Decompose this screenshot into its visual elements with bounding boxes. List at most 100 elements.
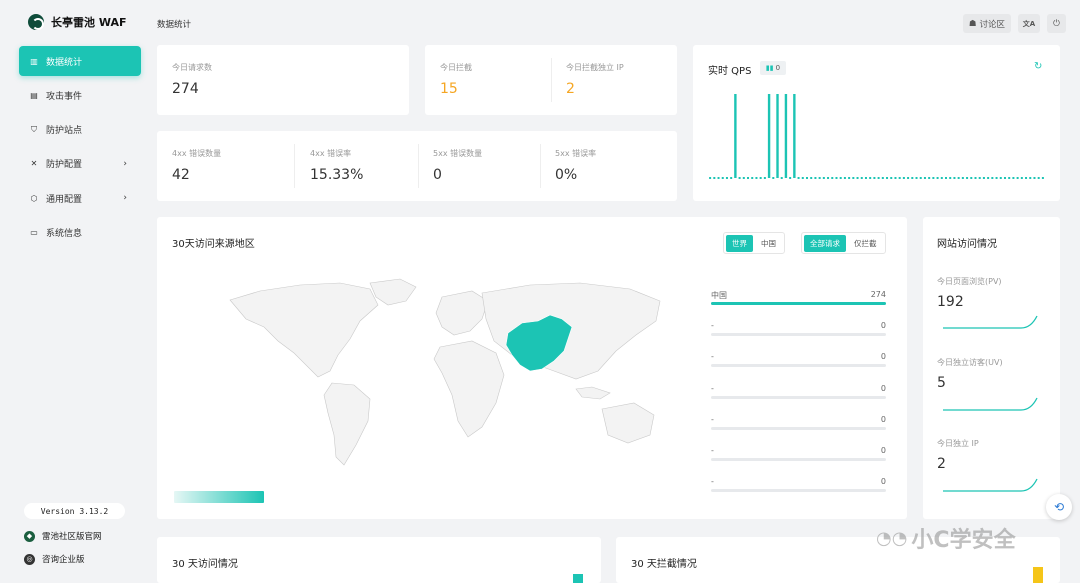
watermark: ◔◔ 小C学安全 [876,522,1016,554]
qps-zero-point [961,177,964,179]
blocked-ip-label: 今日拦截独立 IP [566,63,624,72]
qps-zero-point [1020,177,1023,179]
sidebar-item-events[interactable]: ▤ 攻击事件 [19,80,141,110]
logo-icon [28,14,44,30]
chart-icon: ▥ [30,56,38,66]
qps-zero-point [966,177,969,179]
qps-zero-point [923,177,926,179]
sidebar-item-label: 数据统计 [46,57,83,68]
sidebar-item-general-config[interactable]: ⬡ 通用配置 › [19,183,141,213]
qps-zero-point [1033,177,1036,179]
qps-zero-point [974,177,977,179]
qps-zero-point [797,177,800,179]
pv-value: 192 [937,294,964,310]
qps-title: 实时 QPS [708,66,752,77]
qps-zero-point [1012,177,1015,179]
pv-sparkline [943,315,1038,329]
wechat-icon: ◔◔ [876,527,908,549]
enterprise-link[interactable]: ◎ 咨询企业版 [24,553,85,565]
region-name: - [711,383,714,393]
sidebar-item-label: 通用配置 [46,194,83,205]
pv-label: 今日页面浏览(PV) [937,277,1002,286]
toggle-china[interactable]: 中国 [755,235,782,252]
region-count: 0 [880,414,886,424]
map-north-america [229,282,379,378]
region-count: 0 [880,321,886,331]
qps-zero-point [738,177,741,179]
qps-zero-point [810,177,813,179]
region-name: - [711,321,714,331]
visits-card [923,217,1060,519]
chevron-right-icon: › [123,193,127,204]
region-title: 30天访问来源地区 [172,239,255,250]
divider [418,144,419,188]
language-button[interactable]: 文A [1018,14,1040,33]
qps-zero-point [843,177,846,179]
qps-zero-point [709,177,712,179]
e5xx-count-value: 0 [433,167,442,183]
app-name: 长亭雷池 WAF [51,16,127,29]
qps-zero-point [730,177,733,179]
e4xx-count-value: 42 [172,167,190,183]
qps-zero-point [995,177,998,179]
visits-30-title: 30 天访问情况 [172,559,238,570]
qps-zero-point [978,177,981,179]
region-count: 0 [880,446,886,455]
sidebar-item-system-info[interactable]: ▭ 系统信息 [19,217,141,247]
divider [551,58,552,102]
map-scope-toggle: 世界 中国 [723,232,785,254]
requests-card: 今日请求数 274 [157,45,409,115]
qps-zero-point [827,177,830,179]
qps-zero-point [898,177,901,179]
qps-zero-point [953,177,956,179]
qps-zero-point [751,177,754,179]
qps-zero-point [957,177,960,179]
toggle-all-requests[interactable]: 全部请求 [804,234,846,252]
qps-badge: ▮▮ 0 [760,61,786,75]
refresh-icon[interactable]: ↻ [1034,61,1042,72]
blocked-30-title: 30 天拦截情况 [631,559,697,570]
sidebar-item-dashboard[interactable]: ▥ 数据统计 [19,46,141,76]
toggle-blocked-only[interactable]: 仅拦截 [848,235,883,252]
region-bar-track [711,489,886,493]
qps-zero-point [759,177,762,179]
watermark-text: 小C学安全 [911,528,1016,553]
qps-bar [767,94,771,178]
toggle-world[interactable]: 世界 [726,234,753,252]
qps-zero-point [780,177,783,179]
qps-zero-point [982,177,985,179]
qps-zero-point [801,177,804,179]
qps-zero-point [835,177,838,179]
tools-icon: ✕ [30,159,38,169]
logo[interactable]: 长亭雷池 WAF [28,14,127,30]
sidebar-item-protection-config[interactable]: ✕ 防护配置 › [19,149,141,179]
qps-zero-point [772,177,775,179]
forum-label: 讨论区 [979,19,1005,30]
region-name: - [711,352,714,362]
community-link[interactable]: ◆ 雷池社区版官网 [24,530,102,542]
qps-zero-point [747,177,750,179]
shield-icon: ⛉ [31,124,37,134]
qps-zero-point [1037,177,1040,179]
qps-zero-point [890,177,893,179]
qps-zero-point [717,177,720,179]
region-bar-track [711,333,886,337]
qps-zero-point [873,177,876,179]
qps-zero-point [999,177,1002,179]
page-title: 数据统计 [157,20,192,30]
region-bar-track [711,458,886,461]
logout-button[interactable]: ⏻ [1047,14,1066,33]
forum-button[interactable]: ☗ 讨论区 [962,14,1011,33]
qps-zero-point [945,177,948,179]
region-count: 0 [880,477,886,487]
qps-zero-point [869,177,872,179]
qps-zero-point [1008,177,1011,179]
map-africa [433,340,505,438]
blocked-label: 今日拦截 [440,63,472,72]
blocked-value: 15 [440,81,458,97]
qps-bar [793,94,796,178]
qps-zero-point [852,177,855,179]
sidebar-item-sites[interactable]: ⛉ 防护站点 [19,115,141,145]
map-greenland [369,278,417,306]
float-help-button[interactable]: ⟲ [1046,494,1072,520]
